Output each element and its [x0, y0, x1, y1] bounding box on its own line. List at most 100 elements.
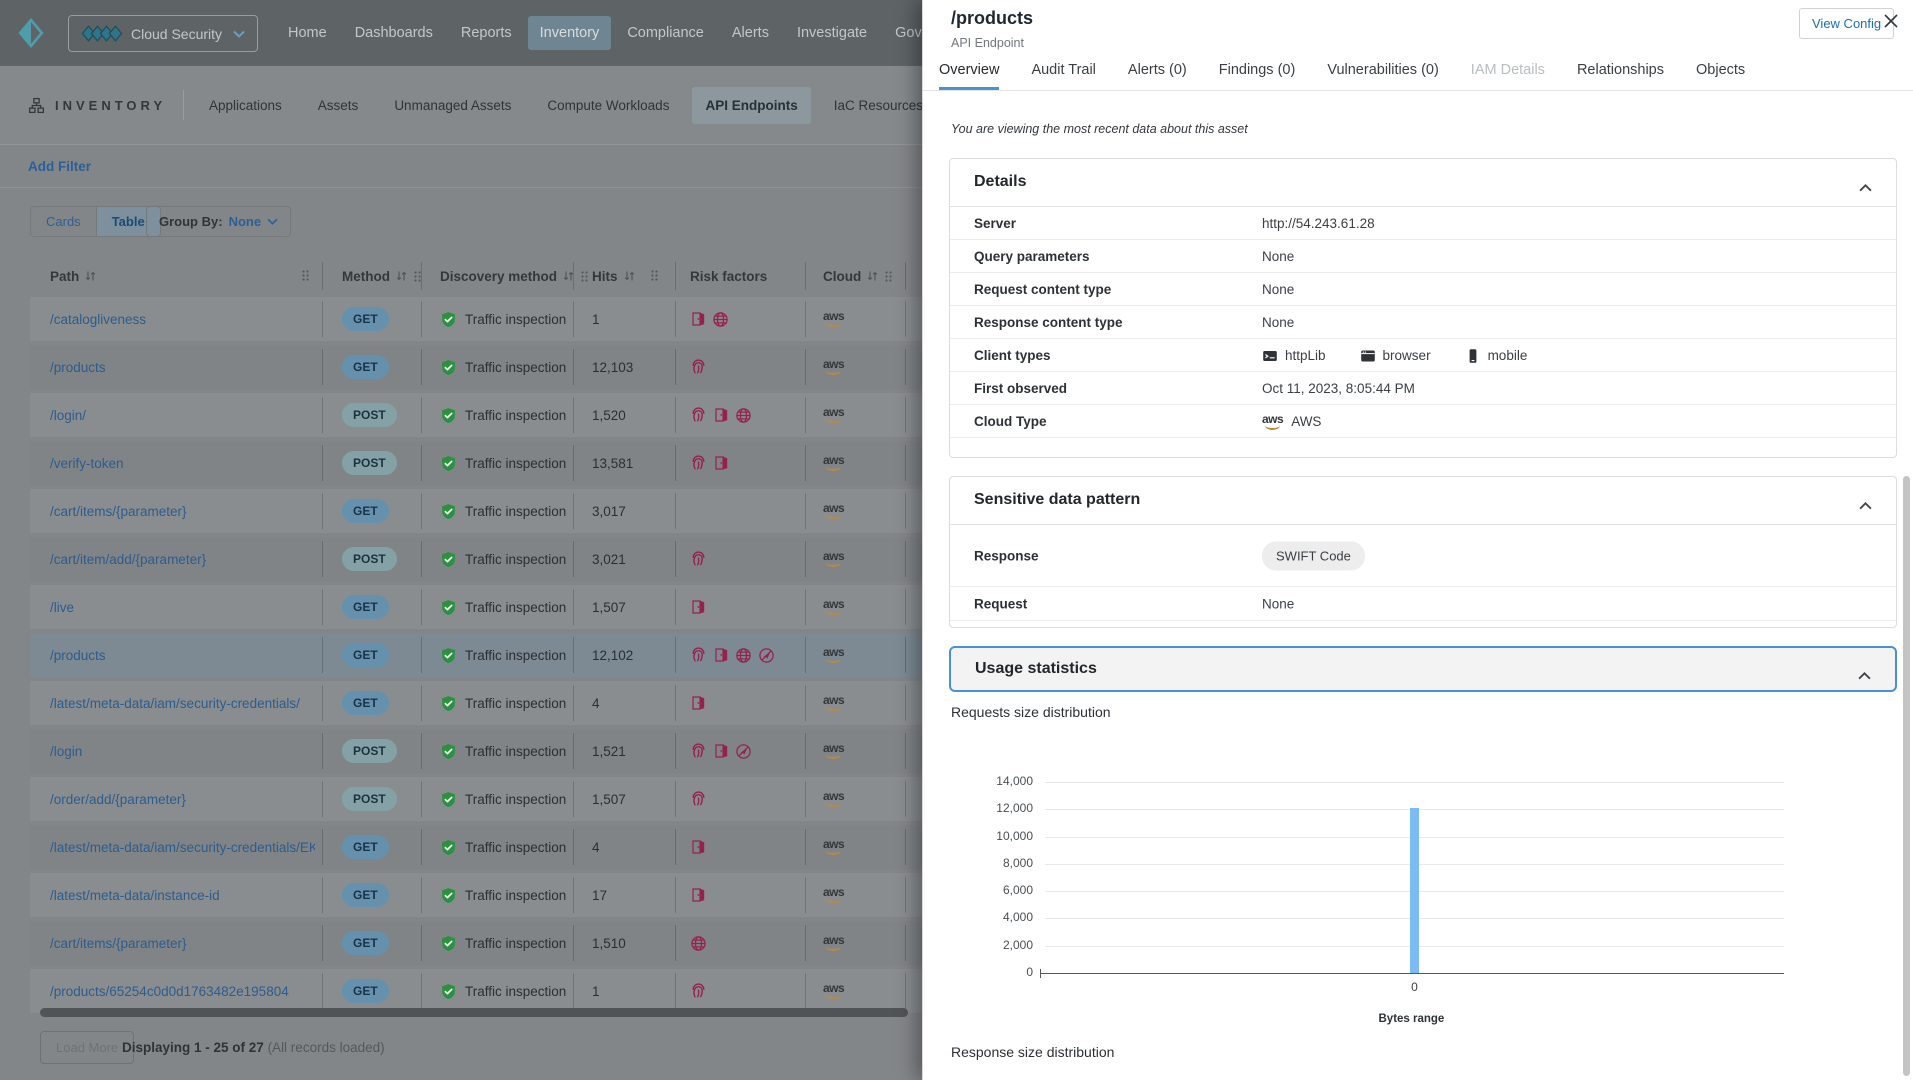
- nav-item-compliance[interactable]: Compliance: [615, 16, 716, 50]
- path-link[interactable]: /login/: [50, 393, 315, 437]
- table-row[interactable]: /verify-tokenPOSTTraffic inspection13,58…: [30, 441, 922, 485]
- cloud-security-diamonds-icon: [81, 25, 123, 42]
- chevron-up-icon[interactable]: [1858, 667, 1871, 685]
- column-separator: [905, 637, 906, 673]
- table-row[interactable]: /latest/meta-data/iam/security-credentia…: [30, 681, 922, 725]
- nav-item-alerts[interactable]: Alerts: [720, 16, 781, 50]
- table-row[interactable]: /latest/meta-data/instance-idGETTraffic …: [30, 873, 922, 917]
- table-row[interactable]: /cart/items/{parameter}GETTraffic inspec…: [30, 921, 922, 965]
- tab-assets[interactable]: Assets: [305, 87, 372, 124]
- path-link[interactable]: /verify-token: [50, 441, 315, 485]
- nav-item-reports[interactable]: Reports: [449, 16, 524, 50]
- path-link[interactable]: /products/65254c0d0d1763482e195804: [50, 969, 315, 1013]
- path-link[interactable]: /cart/items/{parameter}: [50, 921, 315, 965]
- table-row[interactable]: /productsGETTraffic inspection12,102aws: [30, 633, 922, 677]
- detail-label: Response content type: [974, 306, 1123, 339]
- column-separator: [573, 973, 574, 1009]
- close-icon[interactable]: [1883, 13, 1901, 31]
- risk-factors: [690, 393, 752, 437]
- add-filter-button[interactable]: Add Filter: [28, 145, 91, 188]
- column-header-risk-factors[interactable]: Risk factors: [690, 258, 767, 294]
- path-link[interactable]: /login: [50, 729, 315, 773]
- tab-compute-workloads[interactable]: Compute Workloads: [534, 87, 682, 124]
- shield-check-icon: [440, 887, 457, 904]
- drawer-tab-overview[interactable]: Overview: [939, 56, 999, 90]
- drawer-tab-findings-0-[interactable]: Findings (0): [1219, 56, 1296, 90]
- path-link[interactable]: /products: [50, 345, 315, 389]
- view-toggle[interactable]: CardsTable: [30, 206, 161, 237]
- details-card-header[interactable]: Details: [950, 159, 1896, 207]
- drawer-tab-alerts-0-[interactable]: Alerts (0): [1128, 56, 1187, 90]
- column-separator: [421, 262, 422, 290]
- drawer-tab-relationships[interactable]: Relationships: [1577, 56, 1664, 90]
- vertical-scrollbar-thumb[interactable]: [1903, 476, 1910, 1076]
- path-link[interactable]: /latest/meta-data/iam/security-credentia…: [50, 825, 315, 869]
- table-row[interactable]: /login/POSTTraffic inspection1,520aws: [30, 393, 922, 437]
- path-link[interactable]: /products: [50, 633, 315, 677]
- drawer-title: /products: [951, 8, 1033, 29]
- column-separator: [322, 301, 323, 337]
- path-link[interactable]: /latest/meta-data/iam/security-credentia…: [50, 681, 315, 725]
- path-link[interactable]: /cart/items/{parameter}: [50, 489, 315, 533]
- column-separator: [905, 829, 906, 865]
- table-row[interactable]: /cart/items/{parameter}GETTraffic inspec…: [30, 489, 922, 533]
- table-row[interactable]: /liveGETTraffic inspection1,507aws: [30, 585, 922, 629]
- column-header-cloud[interactable]: Cloud: [823, 258, 893, 294]
- column-header-method[interactable]: Method: [342, 258, 422, 294]
- usage-statistics-header[interactable]: Usage statistics: [949, 646, 1897, 692]
- table-row[interactable]: /products/65254c0d0d1763482e195804GETTra…: [30, 969, 922, 1013]
- hits-value: 1,507: [592, 777, 626, 821]
- drawer-tab-audit-trail[interactable]: Audit Trail: [1031, 56, 1095, 90]
- nav-item-home[interactable]: Home: [276, 16, 339, 50]
- tab-iac-resources[interactable]: IaC Resources: [821, 87, 922, 124]
- table-row[interactable]: /productsGETTraffic inspection12,103aws: [30, 345, 922, 389]
- drag-handle-icon[interactable]: [301, 269, 310, 282]
- discovery-method-value: Traffic inspection: [465, 984, 566, 999]
- path-link[interactable]: /order/add/{parameter}: [50, 777, 315, 821]
- column-header-path[interactable]: Path: [50, 258, 97, 294]
- fingerprint-icon: [690, 647, 707, 664]
- nav-item-governance[interactable]: Governance: [883, 16, 922, 50]
- column-separator: [573, 877, 574, 913]
- group-by-dropdown[interactable]: Group By: None: [146, 206, 291, 237]
- nav-item-inventory[interactable]: Inventory: [528, 16, 612, 50]
- view-option-cards[interactable]: Cards: [31, 207, 96, 236]
- horizontal-scrollbar-thumb[interactable]: [40, 1008, 908, 1017]
- product-switcher[interactable]: Cloud Security: [68, 15, 258, 52]
- sort-icon: [84, 270, 97, 282]
- column-header-hits[interactable]: Hits: [592, 258, 636, 294]
- table-row[interactable]: /cataloglivenessGETTraffic inspection1aw…: [30, 297, 922, 341]
- nav-item-dashboards[interactable]: Dashboards: [343, 16, 445, 50]
- table-row[interactable]: /order/add/{parameter}POSTTraffic inspec…: [30, 777, 922, 821]
- column-separator: [322, 637, 323, 673]
- drawer-subtitle: API Endpoint: [951, 36, 1024, 50]
- table-row[interactable]: /latest/meta-data/iam/security-credentia…: [30, 825, 922, 869]
- path-link[interactable]: /cart/item/add/{parameter}: [50, 537, 315, 581]
- column-header-discovery-method[interactable]: Discovery method: [440, 258, 589, 294]
- drawer-tab-objects[interactable]: Objects: [1696, 56, 1745, 90]
- tab-api-endpoints[interactable]: API Endpoints: [692, 87, 810, 124]
- table-row[interactable]: /loginPOSTTraffic inspection1,521aws: [30, 729, 922, 773]
- chevron-up-icon[interactable]: [1859, 179, 1872, 197]
- drag-handle-icon[interactable]: [650, 269, 659, 282]
- detail-row: Request content typeNone: [950, 273, 1896, 306]
- path-link[interactable]: /latest/meta-data/instance-id: [50, 873, 315, 917]
- tab-applications[interactable]: Applications: [196, 87, 295, 124]
- tab-unmanaged-assets[interactable]: Unmanaged Assets: [381, 87, 524, 124]
- nav-item-investigate[interactable]: Investigate: [785, 16, 879, 50]
- histogram-bar[interactable]: [1410, 808, 1419, 973]
- browser-icon: [1360, 348, 1376, 364]
- orca-logo-icon[interactable]: [18, 18, 44, 48]
- details-card: Details Serverhttp://54.243.61.28Query p…: [949, 158, 1897, 458]
- sensitive-card-header[interactable]: Sensitive data pattern: [950, 477, 1896, 525]
- drawer-tab-vulnerabilities-0-[interactable]: Vulnerabilities (0): [1327, 56, 1438, 90]
- path-link[interactable]: /catalogliveness: [50, 297, 315, 341]
- discovery-method-value: Traffic inspection: [465, 600, 566, 615]
- path-link[interactable]: /live: [50, 585, 315, 629]
- table-row[interactable]: /cart/item/add/{parameter}POSTTraffic in…: [30, 537, 922, 581]
- discovery-method-value: Traffic inspection: [465, 744, 566, 759]
- load-more-button[interactable]: Load More: [40, 1031, 134, 1064]
- chevron-up-icon[interactable]: [1859, 497, 1872, 515]
- method-badge: GET: [342, 307, 389, 331]
- view-config-button[interactable]: View Config: [1799, 8, 1894, 39]
